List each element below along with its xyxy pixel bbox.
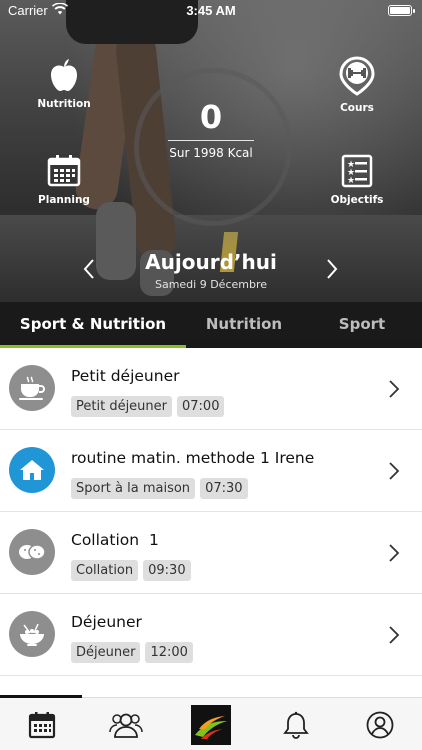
tab-sport-nutrition[interactable]: Sport & Nutrition <box>0 302 186 348</box>
calendar-icon <box>47 155 81 187</box>
clock: 3:45 AM <box>186 3 236 18</box>
category-badge: Déjeuner <box>71 642 141 663</box>
chevron-right-icon <box>327 259 338 279</box>
item-title: Déjeuner <box>71 613 142 631</box>
chevron-left-icon <box>83 259 94 279</box>
group-icon <box>109 713 143 738</box>
planning-label: Planning <box>38 194 90 206</box>
time-badge: 07:00 <box>177 396 225 417</box>
bottom-tab-planning[interactable] <box>0 698 84 750</box>
bottom-tab-home[interactable] <box>169 698 253 750</box>
kcal-target: Sur 1998 Kcal <box>169 146 253 160</box>
item-tags: Déjeuner 12:00 <box>71 641 198 663</box>
list-item[interactable]: Collation 1 Collation 09:30 <box>0 512 422 594</box>
calendar-icon <box>28 711 56 738</box>
schedule-list: Petit déjeuner Petit déjeuner 07:00 routi… <box>0 348 422 676</box>
coffee-cup-icon <box>9 365 55 411</box>
chevron-right-icon <box>389 380 400 398</box>
brand-logo <box>191 704 231 745</box>
time-badge: 12:00 <box>145 642 193 663</box>
date-subtitle: Samedi 9 Décembre <box>154 278 268 291</box>
chevron-right-icon <box>389 544 400 562</box>
objectifs-label: Objectifs <box>330 194 384 206</box>
category-badge: Petit déjeuner <box>71 396 172 417</box>
list-item[interactable]: routine matin. methode 1 Irene Sport à l… <box>0 430 422 512</box>
hero-header: Carrier 3:45 AM 0 Sur 1998 Kcal Nutritio… <box>0 0 422 348</box>
kcal-consumed: 0 <box>199 98 223 136</box>
bottom-tab-notifications[interactable] <box>254 698 338 750</box>
bottom-tab-profile[interactable] <box>338 698 422 750</box>
category-badge: Collation <box>71 560 139 581</box>
bell-icon <box>283 711 309 739</box>
cookies-icon <box>9 529 55 575</box>
chevron-right-icon <box>389 462 400 480</box>
apple-icon <box>51 59 77 91</box>
category-badge: Sport à la maison <box>71 478 196 499</box>
cours-button[interactable]: Cours <box>312 56 402 114</box>
profile-icon <box>366 711 394 738</box>
item-tags: Collation 09:30 <box>71 559 196 581</box>
cours-label: Cours <box>340 102 374 114</box>
time-badge: 09:30 <box>143 560 191 581</box>
dumbbell-pin-icon <box>339 56 375 96</box>
item-tags: Petit déjeuner 07:00 <box>71 395 229 417</box>
nutrition-label: Nutrition <box>37 98 91 110</box>
planning-button[interactable]: Planning <box>19 154 109 206</box>
status-bar: Carrier 3:45 AM <box>0 0 422 22</box>
time-badge: 07:30 <box>200 478 248 499</box>
checklist-icon: ★ ★ ★ <box>341 154 373 188</box>
divider <box>168 140 254 141</box>
next-day-button[interactable] <box>325 258 347 284</box>
date-title: Aujourd’hui <box>145 250 277 274</box>
objectifs-button[interactable]: ★ ★ ★ Objectifs <box>312 154 402 206</box>
item-title: routine matin. methode 1 Irene <box>71 449 315 467</box>
tab-nutrition[interactable]: Nutrition <box>186 302 302 348</box>
bottom-tab-community[interactable] <box>84 698 168 750</box>
home-icon <box>9 447 55 493</box>
item-title: Petit déjeuner <box>71 367 180 385</box>
nutrition-button[interactable]: Nutrition <box>19 56 109 110</box>
salad-bowl-icon <box>9 611 55 657</box>
bottom-tab-bar <box>0 695 422 750</box>
battery-icon <box>388 5 415 16</box>
list-item[interactable]: Petit déjeuner Petit déjeuner 07:00 <box>0 348 422 430</box>
item-tags: Sport à la maison 07:30 <box>71 477 253 499</box>
tab-sport[interactable]: Sport <box>302 302 422 348</box>
list-item[interactable]: Déjeuner Déjeuner 12:00 <box>0 594 422 676</box>
item-title: Collation 1 <box>71 531 159 549</box>
tab-bar: Sport & Nutrition Nutrition Sport <box>0 302 422 348</box>
chevron-right-icon <box>389 626 400 644</box>
svg-text:★: ★ <box>347 176 355 186</box>
